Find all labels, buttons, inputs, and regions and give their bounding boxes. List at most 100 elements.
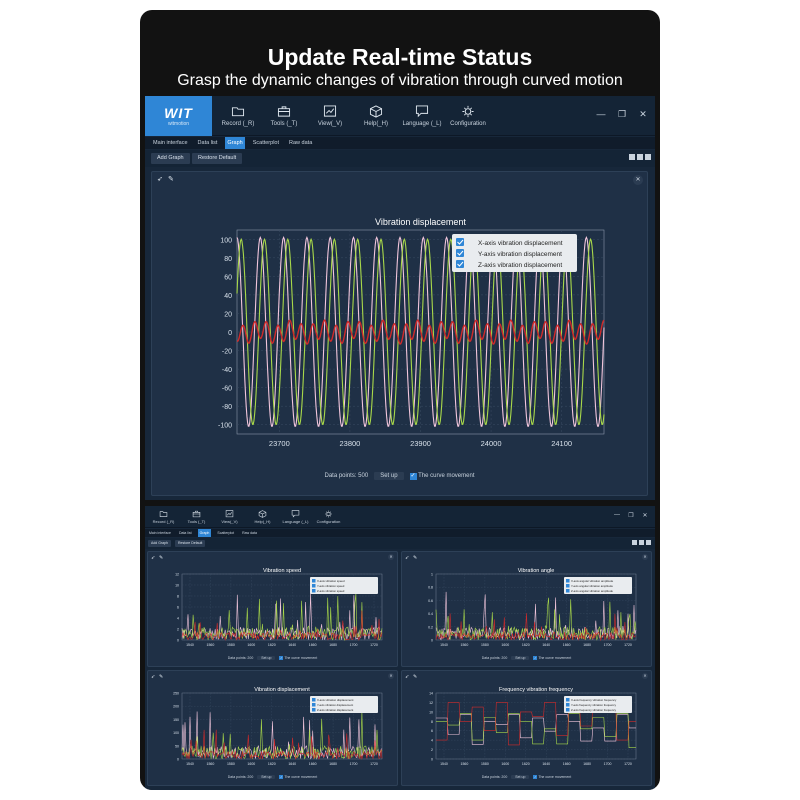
tab-bar: Main interface Data list Graph Scatterplot R… <box>145 137 655 149</box>
menu-cube[interactable]: Help(_H) <box>246 506 279 528</box>
pin-icon[interactable]: ➶ <box>151 554 156 562</box>
chart-footer: Data points: 200 Set up ✓ The curve moveme… <box>148 775 397 779</box>
menu-gear[interactable]: Configuration <box>312 506 345 528</box>
panel-close-icon[interactable]: ✕ <box>388 673 394 679</box>
tab-data-list[interactable]: Data list <box>196 137 220 149</box>
restore-icon[interactable]: ❐ <box>616 108 628 120</box>
tab-main-interface[interactable]: Main interface <box>147 529 173 537</box>
menu-cube[interactable]: Help(_H) <box>353 96 399 136</box>
tab-graph[interactable]: Graph <box>225 137 245 149</box>
legend-checkbox <box>566 703 570 707</box>
layout-2-icon[interactable] <box>639 540 644 545</box>
menu-chat[interactable]: Language (_L) <box>279 506 312 528</box>
pin-icon[interactable]: ➶ <box>151 673 156 681</box>
x-tick-label: 1560 <box>207 643 215 647</box>
set-up-button[interactable]: Set up <box>511 656 530 660</box>
x-tick-label: 23700 <box>269 439 290 448</box>
legend-checkbox <box>312 708 316 712</box>
legend-checkbox <box>456 238 464 246</box>
x-tick-label: 1640 <box>288 643 296 647</box>
menu-toolbox[interactable]: Tools (_T) <box>261 96 307 136</box>
curve-movement-checkbox[interactable]: ✓ The curve movement <box>533 656 571 660</box>
pin-icon[interactable]: ➶ <box>157 176 165 184</box>
tab-data-list[interactable]: Data list <box>177 529 194 537</box>
menu-toolbox[interactable]: Tools (_T) <box>180 506 213 528</box>
panel-close-icon[interactable]: ✕ <box>642 554 648 560</box>
tab-raw-data[interactable]: Raw data <box>240 529 259 537</box>
restore-default-button[interactable]: Restore Default <box>175 540 206 547</box>
tab-graph[interactable]: Graph <box>197 529 212 537</box>
layout-2-icon[interactable] <box>637 154 643 160</box>
menu-label: View(_V) <box>317 121 343 127</box>
y-tick-label: 0 <box>177 758 179 762</box>
menu-chart[interactable]: View(_V) <box>307 96 353 136</box>
chart-footer: Data points: 200 Set up ✓ The curve moveme… <box>402 775 651 779</box>
add-graph-button[interactable]: Add Graph <box>148 540 171 547</box>
y-tick-label: 0.8 <box>428 586 433 590</box>
tab-scatterplot[interactable]: Scatterplot <box>215 529 236 537</box>
legend-checkbox <box>312 589 316 593</box>
add-graph-button[interactable]: Add Graph <box>151 153 190 164</box>
set-up-button[interactable]: Set up <box>257 656 276 660</box>
pin-icon[interactable]: ➶ <box>405 554 410 562</box>
set-up-button[interactable]: Set up <box>257 775 276 779</box>
layout-1-icon[interactable] <box>629 154 635 160</box>
curve-movement-checkbox[interactable]: ✓ The curve movement <box>409 472 474 480</box>
y-tick-label: 100 <box>173 731 179 735</box>
menu-folder[interactable]: Record (_R) <box>215 96 261 136</box>
legend-label: Z-axis vibration speed <box>317 589 345 593</box>
edit-icon[interactable]: ✎ <box>413 673 418 681</box>
menu-chart[interactable]: View(_V) <box>213 506 246 528</box>
curve-movement-checkbox[interactable]: ✓ The curve movement <box>533 775 571 779</box>
minimize-icon[interactable]: — <box>595 108 607 120</box>
restore-default-button[interactable]: Restore Default <box>192 153 243 164</box>
edit-icon[interactable]: ✎ <box>159 673 164 681</box>
curve-movement-checkbox[interactable]: ✓ The curve movement <box>279 775 317 779</box>
tab-main-interface[interactable]: Main interface <box>151 137 190 149</box>
panel-close-icon[interactable]: ✕ <box>642 673 648 679</box>
chat-icon <box>415 105 429 118</box>
y-tick-label: 12 <box>175 573 179 577</box>
edit-icon[interactable]: ✎ <box>168 176 176 184</box>
x-tick-label: 1640 <box>542 643 550 647</box>
menu-chat[interactable]: Language (_L) <box>399 96 445 136</box>
x-tick-label: 1680 <box>583 762 591 766</box>
minimize-icon[interactable]: — <box>613 511 621 519</box>
x-tick-label: 1660 <box>309 762 317 766</box>
x-tick-label: 1640 <box>288 762 296 766</box>
close-icon[interactable]: ✕ <box>637 108 649 120</box>
panel-close-icon[interactable]: ✕ <box>388 554 394 560</box>
restore-icon[interactable]: ❐ <box>627 511 635 519</box>
x-tick-label: 1600 <box>501 643 509 647</box>
x-tick-label: 1720 <box>624 643 632 647</box>
menu-gear[interactable]: Configuration <box>445 96 491 136</box>
set-up-button[interactable]: Set up <box>374 472 404 480</box>
set-up-button[interactable]: Set up <box>511 775 530 779</box>
app-logo: WIT witmotion <box>145 96 212 136</box>
menu-label: Tools (_T) <box>187 519 206 524</box>
y-tick-label: -60 <box>222 386 232 393</box>
layout-4-icon[interactable] <box>646 540 651 545</box>
edit-icon[interactable]: ✎ <box>413 554 418 562</box>
menu-label: View(_V) <box>221 519 238 524</box>
y-tick-label: 10 <box>175 584 179 588</box>
tab-raw-data[interactable]: Raw data <box>287 137 314 149</box>
y-tick-label: 14 <box>429 692 433 696</box>
close-icon[interactable]: ✕ <box>641 511 649 519</box>
chart-icon <box>323 105 337 117</box>
chart-legend: X-axis angular vibration amplitudeY-axis… <box>564 577 632 594</box>
layout-1-icon[interactable] <box>632 540 637 545</box>
edit-icon[interactable]: ✎ <box>159 554 164 562</box>
curve-movement-checkbox[interactable]: ✓ The curve movement <box>279 656 317 660</box>
layout-4-icon[interactable] <box>645 154 651 160</box>
pin-icon[interactable]: ➶ <box>405 673 410 681</box>
tab-scatterplot[interactable]: Scatterplot <box>251 137 281 149</box>
menu-folder[interactable]: Record (_R) <box>147 506 180 528</box>
data-points-label: Data points: 200 <box>481 656 508 660</box>
chart-vibration-speed: 12 10 8 6 4 2 0 1540 1560 1580 1600 1620 1640 1660 168… <box>160 564 390 652</box>
y-tick-label: 6 <box>431 729 433 733</box>
y-tick-label: 0 <box>431 639 433 643</box>
x-tick-label: 1540 <box>440 762 448 766</box>
panel-close-icon[interactable]: ✕ <box>633 175 643 185</box>
promo-frame: Update Real-time Status Grasp the dynami… <box>140 10 660 790</box>
